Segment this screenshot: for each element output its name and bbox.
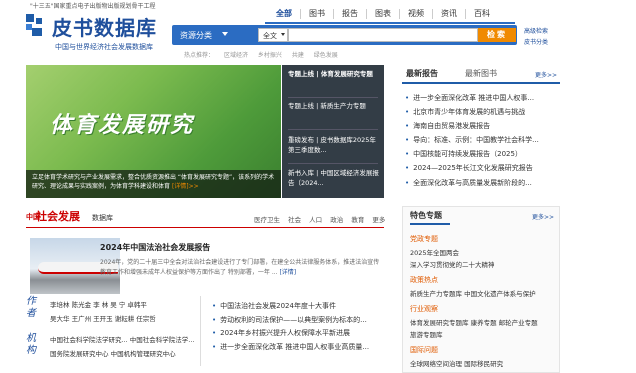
banner-carousel[interactable]: 体育发展研究 立足体育学术研究与产业发展需求，整合优质资源推出 “体育发展研究专…: [26, 65, 281, 198]
search-input[interactable]: [288, 28, 478, 42]
hot-item[interactable]: 共建: [292, 52, 304, 59]
divider: [200, 296, 201, 366]
list-item[interactable]: 劳动权利的司法保护——以典型案例为标本的...: [212, 314, 384, 328]
feature-link[interactable]: 体育发展研究专题库 康养专题 邮轮产业专题: [410, 317, 538, 327]
tab-society[interactable]: 社会: [288, 216, 301, 224]
feature-section-title[interactable]: 党政专题: [410, 234, 438, 244]
tab-medical[interactable]: 医疗卫生: [254, 216, 280, 224]
news-list: 中国法治社会发展2024年度十大事件 劳动权利的司法保护——以典型案例为标本的.…: [212, 300, 384, 354]
features-underline: [410, 223, 450, 225]
feature-section-title[interactable]: 行业观察: [410, 304, 438, 314]
authors-row[interactable]: 吴大华 王广州 王开玉 谢耘耕 任宗哲: [50, 312, 156, 326]
authors-list: 李培林 陈光金 李 林 吴 宁 卓韩平 吴大华 王广州 王开玉 谢耘耕 任宗哲: [50, 298, 156, 326]
nav-news[interactable]: 资讯: [432, 9, 465, 19]
tab-latest-reports[interactable]: 最新报告: [406, 68, 438, 79]
slogan: "十三五"国家重点电子出版物出版规划骨干工程: [30, 3, 156, 10]
banner-caption-text: 立足体育学术研究与产业发展需求，整合优质资源推出 “体育发展研究专题”，该系列的…: [32, 174, 275, 190]
list-item[interactable]: 2024年乡村振兴提升人权保障水平新进展: [212, 327, 384, 341]
banner-more-link[interactable]: [详情]>>: [172, 183, 199, 190]
report-list: 进一步全面深化改革 推进中国人权事... 北京市青少年体育发展的机遇与挑战 海南…: [405, 91, 565, 190]
chevron-down-icon: [222, 32, 228, 36]
feature-link[interactable]: 深入学习贯彻党的二十大精神: [410, 259, 495, 269]
banner-side-list: 专题上线 | 体育发展研究专题 专题上线 | 新质生产力专题 重磅发布 | 皮书…: [282, 65, 384, 198]
list-item[interactable]: 中国法治社会发展2024年度十大事件: [212, 300, 384, 314]
tab-politics[interactable]: 政治: [330, 216, 343, 224]
banner-side-item[interactable]: 重磅发布 | 皮书数据库2025年第三季度数...: [288, 135, 380, 155]
resource-category-dropdown[interactable]: 资源分类: [180, 30, 212, 41]
list-item[interactable]: 进一步全面深化改革 推进中国人权事业高质量...: [212, 341, 384, 355]
features-more-link[interactable]: 更多>>: [532, 212, 554, 221]
banner-side-item[interactable]: 专题上线 | 新质生产力专题: [288, 101, 380, 111]
nav-encyclopedia[interactable]: 百科: [465, 9, 498, 19]
search-button[interactable]: 检索: [478, 28, 516, 42]
side-links: 高级检索 皮书分类: [524, 26, 548, 48]
brand-subtitle: 中国与世界经济社会发展数据库: [55, 43, 153, 51]
list-item[interactable]: 全面深化改革与高质量发展新阶段的...: [405, 176, 565, 190]
section-title[interactable]: 社会发展: [36, 208, 80, 224]
list-item[interactable]: 北京市青少年体育发展的机遇与挑战: [405, 105, 565, 119]
logo-icon[interactable]: [26, 14, 46, 36]
hot-recommendations: 热点推荐： 区域经济 乡村振兴 共建 绿色发展: [184, 50, 346, 59]
banner-side-item[interactable]: 专题上线 | 体育发展研究专题: [288, 69, 380, 79]
feature-link[interactable]: 新质生产力专题库 中国文化遗产体系与保护: [410, 288, 536, 298]
feature-section-title[interactable]: 政策热点: [410, 275, 438, 285]
banner-title: 体育发展研究: [50, 113, 195, 138]
nav-books[interactable]: 图书: [300, 9, 333, 19]
list-item[interactable]: 海南自由贸易港发展报告: [405, 119, 565, 133]
feature-section-title[interactable]: 国际问题: [410, 345, 438, 355]
divider: [288, 97, 378, 98]
authors-row[interactable]: 李培林 陈光金 李 林 吴 宁 卓韩平: [50, 298, 156, 312]
tab-education[interactable]: 教育: [351, 216, 364, 224]
list-item[interactable]: 导向：标准、示例：中国教学社会科学...: [405, 133, 565, 147]
list-item[interactable]: 2024—2025年长江文化发展研究报告: [405, 161, 565, 175]
feature-link[interactable]: 旅游专题库: [410, 329, 443, 339]
article-summary-text: 2024年，党的二十届三中全会对法治社会建设进行了专门部署，在建全公共法律服务体…: [100, 259, 380, 276]
nav-underline: [265, 22, 515, 24]
orgs-label: 机构: [26, 333, 36, 356]
nav-charts[interactable]: 图表: [366, 9, 399, 19]
banner-caption: 立足体育学术研究与产业发展需求，整合优质资源推出 “体育发展研究专题”，该系列的…: [32, 173, 276, 191]
orgs-list: 中国社会科学院法学研究... 中国社会科学院法学... 国务院发展研究中心 中国…: [50, 333, 194, 361]
tab-population[interactable]: 人口: [309, 216, 322, 224]
hot-item[interactable]: 乡村振兴: [258, 52, 282, 59]
hot-label: 热点推荐：: [184, 52, 215, 59]
hot-item[interactable]: 绿色发展: [314, 52, 338, 59]
section-divider: [26, 227, 384, 228]
feature-link[interactable]: 全球网络空间治理 国际移民研究: [410, 358, 503, 368]
orgs-row[interactable]: 国务院发展研究中心 中国机构管理研究中心: [50, 347, 194, 361]
nav-videos[interactable]: 视频: [399, 9, 432, 19]
divider: [288, 163, 378, 164]
features-title: 特色专题: [410, 211, 442, 220]
article-title[interactable]: 2024年中国法治社会发展报告: [100, 242, 210, 253]
section-tabs: 医疗卫生 社会 人口 政治 教育 更多: [248, 214, 385, 224]
nav-reports[interactable]: 报告: [333, 9, 366, 19]
divider: [288, 129, 378, 130]
banner-side-item[interactable]: 新书入库 | 中国区域经济发展报告（2024...: [288, 168, 380, 188]
advanced-search-link[interactable]: 高级检索: [524, 26, 548, 37]
book-category-link[interactable]: 皮书分类: [524, 37, 548, 48]
brand-title[interactable]: 皮书数据库: [52, 12, 157, 41]
hot-item[interactable]: 区域经济: [224, 52, 248, 59]
top-nav: 全部 图书 报告 图表 视频 资讯 百科: [268, 9, 498, 19]
section-suffix: 数据库: [92, 214, 113, 222]
article-summary: 2024年，党的二十届三中全会对法治社会建设进行了专门部署，在建全公共法律服务体…: [100, 258, 385, 278]
nav-all[interactable]: 全部: [268, 9, 300, 19]
orgs-row[interactable]: 中国社会科学院法学研究... 中国社会科学院法学...: [50, 333, 194, 347]
reports-more-link[interactable]: 更多>>: [535, 70, 557, 79]
authors-label: 作者: [26, 296, 36, 319]
article-more-link[interactable]: [详情]: [279, 269, 296, 276]
chevron-down-icon: [281, 33, 285, 36]
tab-latest-books[interactable]: 最新图书: [465, 68, 497, 79]
tab-more[interactable]: 更多: [372, 216, 385, 224]
list-item[interactable]: 进一步全面深化改革 推进中国人权事...: [405, 91, 565, 105]
feature-link[interactable]: 2025年全国两会: [410, 247, 459, 257]
list-item[interactable]: 中国核能可持续发展报告（2025）: [405, 147, 565, 161]
